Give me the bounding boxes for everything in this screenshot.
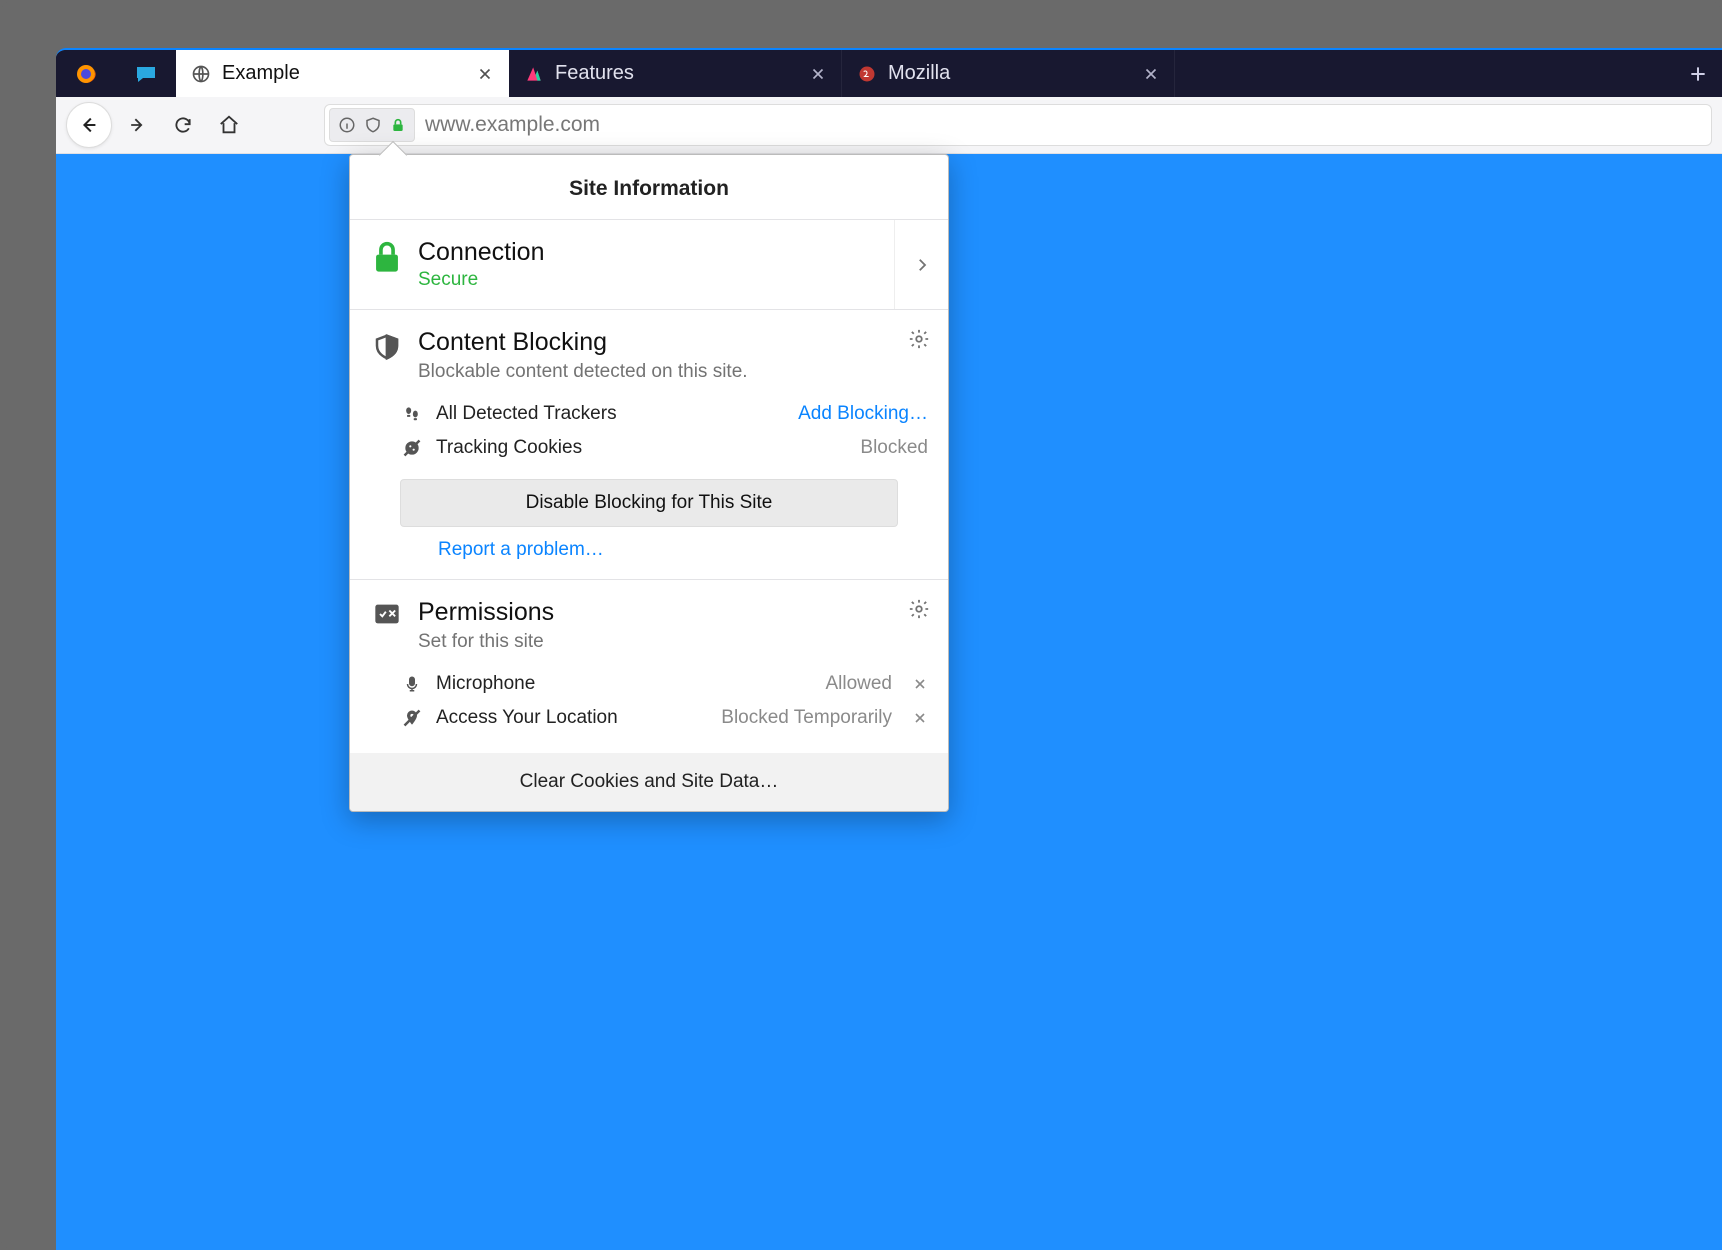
site-information-popup: Site Information Connection Secure [349,154,949,812]
location-status: Blocked Temporarily [721,707,892,729]
permissions-section: Permissions Set for this site Microphone… [350,580,948,753]
forward-button[interactable] [116,104,158,146]
microphone-icon [400,674,424,694]
connection-heading: Connection [418,238,888,267]
address-bar[interactable]: www.example.com [324,104,1712,146]
trackers-row: All Detected Trackers Add Blocking… [370,397,928,431]
remove-location-permission[interactable] [912,710,928,726]
remove-microphone-permission[interactable] [912,676,928,692]
tab-features[interactable]: Features [509,50,842,97]
tab-icon-area [56,50,176,97]
blocking-heading: Content Blocking [418,328,928,357]
tab-mozilla[interactable]: Mozilla [842,50,1175,97]
url-text: www.example.com [425,113,600,137]
lock-icon [390,117,406,133]
clear-cookies-button[interactable]: Clear Cookies and Site Data… [350,753,948,811]
tab-example[interactable]: Example [176,50,509,97]
location-blocked-icon [400,708,424,728]
tab-label: Features [555,62,799,85]
microphone-permission-row: Microphone Allowed [370,667,928,701]
cookies-status: Blocked [860,437,928,459]
tab-label: Example [222,62,466,85]
blocking-settings-button[interactable] [908,328,930,350]
site-identity-button[interactable] [329,108,415,142]
close-icon[interactable] [809,65,827,83]
firefox-icon [74,62,98,86]
trackers-label: All Detected Trackers [436,403,786,425]
cookies-row: Tracking Cookies Blocked [370,431,928,465]
microphone-status: Allowed [825,673,892,695]
permissions-subtitle: Set for this site [418,631,928,653]
shield-icon [364,116,382,134]
popup-title: Site Information [350,155,948,220]
close-icon[interactable] [1142,65,1160,83]
shield-icon [370,328,404,364]
page-content: Site Information Connection Secure [56,154,1722,1250]
features-icon [523,63,545,85]
mozilla-icon [856,63,878,85]
disable-blocking-button[interactable]: Disable Blocking for This Site [400,479,898,527]
desktop-background: Example Features Mozilla [0,0,1722,1250]
navigation-toolbar: www.example.com [56,97,1722,154]
cookies-label: Tracking Cookies [436,437,848,459]
browser-window: Example Features Mozilla [56,48,1722,1250]
home-button[interactable] [208,104,250,146]
content-blocking-section: Content Blocking Blockable content detec… [350,310,948,580]
reload-button[interactable] [162,104,204,146]
microphone-label: Microphone [436,673,813,695]
add-blocking-link[interactable]: Add Blocking… [798,403,928,425]
connection-status: Secure [418,269,888,291]
permissions-icon [370,598,404,628]
info-icon [338,116,356,134]
connection-section: Connection Secure [350,220,948,310]
blocking-subtitle: Blockable content detected on this site. [418,361,928,383]
cookie-blocked-icon [400,438,424,458]
location-label: Access Your Location [436,707,709,729]
permissions-heading: Permissions [418,598,928,627]
close-icon[interactable] [476,65,494,83]
back-button[interactable] [66,102,112,148]
chat-icon[interactable] [134,62,158,86]
location-permission-row: Access Your Location Blocked Temporarily [370,701,928,735]
lock-icon [370,238,404,274]
tab-strip: Example Features Mozilla [56,50,1722,97]
report-problem-link[interactable]: Report a problem… [438,539,928,561]
tab-label: Mozilla [888,62,1132,85]
permissions-settings-button[interactable] [908,598,930,620]
globe-icon [190,63,212,85]
connection-details-button[interactable] [894,220,948,309]
footsteps-icon [400,404,424,424]
new-tab-button[interactable] [1674,50,1722,97]
